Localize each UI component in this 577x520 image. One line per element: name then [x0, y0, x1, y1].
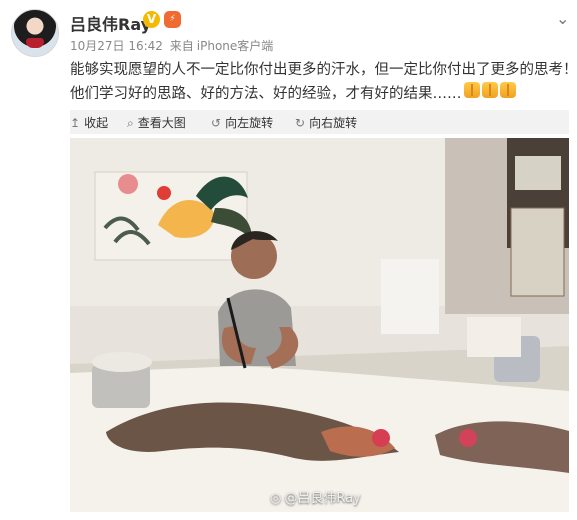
- image-toolbar: ↥ 收起 ⌕ 查看大图 ↺ 向左旋转 ↻ 向右旋转: [70, 110, 569, 134]
- post-text: 能够实现愿望的人不一定比你付出更多的汗水，但一定比你付出了更多的思考！ 他们学习…: [70, 59, 577, 106]
- post-text-line: 他们学习好的思路、好的方法、好的经验，才有好的结果……: [70, 82, 567, 106]
- chevron-down-icon[interactable]: ⌄: [556, 9, 569, 28]
- collapse-button[interactable]: ↥ 收起: [70, 114, 108, 131]
- pray-emoji-icon: [463, 82, 480, 98]
- view-large-button[interactable]: ⌕ 查看大图: [127, 114, 186, 131]
- post-text-line: 能够实现愿望的人不一定比你付出更多的汗水，但一定比你付出了更多的思考！: [70, 62, 577, 78]
- source-prefix: 来自: [169, 39, 194, 53]
- post-photo[interactable]: ◎ @吕良伟Ray: [70, 138, 569, 512]
- emoji-group: [463, 82, 518, 106]
- painting-scene: [70, 138, 569, 512]
- rotate-right-button[interactable]: ↻ 向右旋转: [295, 114, 357, 131]
- magnifier-icon: ⌕: [127, 116, 134, 130]
- weibo-logo-icon: ◎: [270, 491, 282, 506]
- rotate-left-icon: ↺: [211, 116, 222, 130]
- verified-badge: V: [143, 11, 160, 28]
- pray-emoji-icon: [481, 82, 498, 98]
- post-source[interactable]: iPhone客户端: [197, 39, 274, 53]
- weibo-post: 吕良伟Ray V ⚡ ⌄ 10月27日 16:42 来自 iPhone客户端 能够…: [0, 0, 577, 520]
- username[interactable]: 吕良伟Ray: [70, 11, 151, 35]
- pray-emoji-icon: [499, 82, 516, 98]
- photo-watermark: ◎ @吕良伟Ray: [270, 491, 361, 506]
- post-timestamp[interactable]: 10月27日 16:42: [70, 39, 163, 53]
- post-meta: 10月27日 16:42 来自 iPhone客户端: [70, 37, 276, 54]
- rotate-right-icon: ↻: [295, 116, 306, 130]
- level-badge: ⚡: [164, 11, 181, 28]
- rotate-left-button[interactable]: ↺ 向左旋转: [211, 114, 273, 131]
- avatar[interactable]: [11, 9, 59, 57]
- up-arrow-icon: ↥: [70, 116, 81, 130]
